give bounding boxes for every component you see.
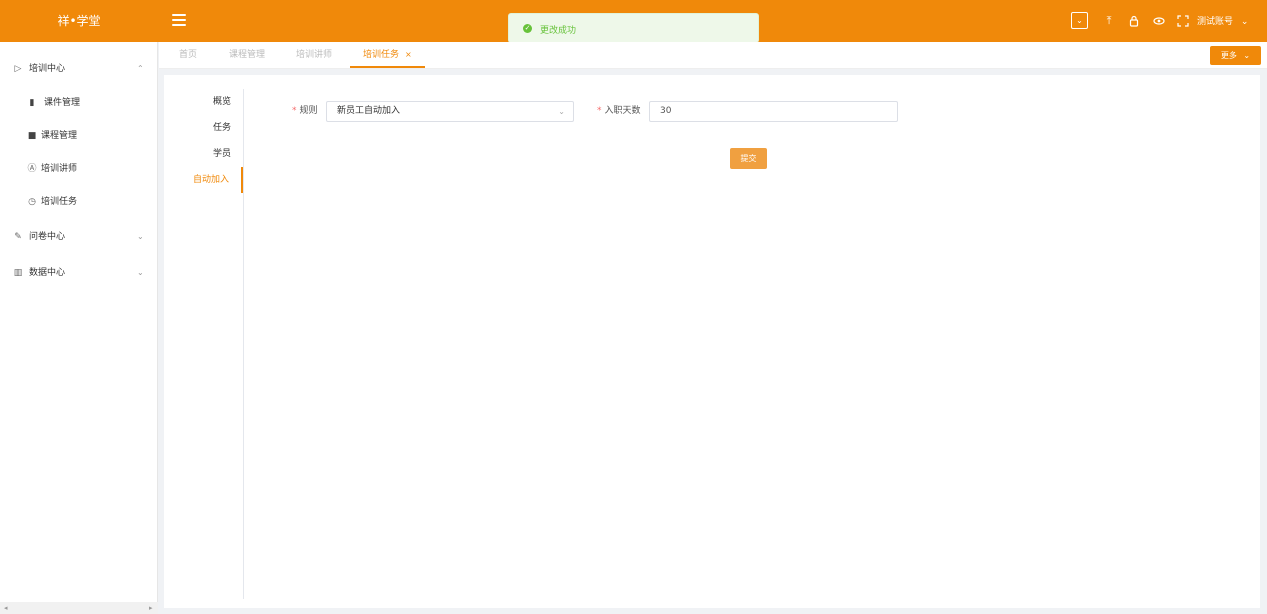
sidebar-group-label: 问卷中心	[29, 232, 66, 242]
required-mark: *	[597, 106, 602, 116]
user-menu[interactable]: 测试账号 ⌄	[1197, 14, 1248, 27]
days-input[interactable]: 30	[649, 101, 898, 122]
sidebar-item-training-tasks[interactable]: ◷ 培训任务	[0, 187, 158, 217]
horizontal-scrollbar[interactable]: ◂ ▸	[0, 602, 158, 614]
more-button-label: 更多	[1220, 51, 1237, 60]
tab-label: 培训任务	[363, 50, 400, 60]
vtab-auto-join[interactable]: 自动加入	[163, 167, 243, 193]
tab-training-tasks[interactable]: 培训任务 ×	[350, 42, 425, 68]
eye-icon[interactable]	[1151, 13, 1167, 29]
chevron-down-icon: ⌄	[137, 232, 144, 241]
tab-home[interactable]: 首页	[179, 42, 197, 68]
user-name: 测试账号	[1197, 17, 1234, 27]
required-mark: *	[292, 106, 297, 116]
sidebar-item-label: 培训任务	[41, 197, 78, 207]
close-icon[interactable]: ×	[405, 50, 412, 59]
rule-select[interactable]: 新员工自动加入 ⌄	[326, 101, 574, 122]
sidebar-group-label: 培训中心	[29, 64, 66, 74]
rule-label: * 规则	[292, 101, 318, 121]
vtab-students[interactable]: 学员	[163, 141, 243, 167]
book-icon: ▮	[29, 98, 35, 108]
scroll-right-icon[interactable]: ▸	[149, 602, 153, 614]
upload-icon[interactable]: ⤒	[1101, 13, 1117, 29]
sidebar-item-label: 课程管理	[41, 131, 78, 141]
tab-bar: 首页 课程管理 培训讲师 培训任务 ×	[159, 42, 1267, 69]
lock-icon[interactable]	[1126, 13, 1142, 29]
sidebar-group-training-center[interactable]: ▷ 培训中心 ⌃	[0, 54, 158, 84]
rule-select-value: 新员工自动加入	[337, 106, 401, 116]
chevron-down-icon: ⌄	[1243, 51, 1251, 60]
tab-course-management[interactable]: 课程管理	[229, 42, 265, 68]
folder-icon: ■	[27, 131, 37, 141]
submit-button[interactable]: 提交	[730, 148, 767, 169]
chevron-up-icon: ⌃	[137, 64, 144, 73]
menu-toggle-icon[interactable]	[172, 14, 186, 26]
success-toast: ✓ 更改成功	[508, 13, 759, 43]
toast-message: 更改成功	[540, 26, 577, 36]
check-circle-icon: ✓	[523, 24, 532, 33]
bar-chart-icon: ▥	[13, 268, 23, 278]
scroll-left-icon[interactable]: ◂	[4, 602, 8, 614]
vertical-tabs: 概览 任务 学员 自动加入	[164, 89, 244, 599]
sidebar-group-label: 数据中心	[29, 268, 66, 278]
sidebar-item-label: 培训讲师	[41, 164, 78, 174]
days-label: * 入职天数	[597, 101, 641, 121]
more-button[interactable]: 更多 ⌄	[1210, 46, 1261, 65]
fullscreen-icon[interactable]	[1175, 13, 1191, 29]
sidebar: ▷ 培训中心 ⌃ ▮ 课件管理 ■ 课程管理 Ⓐ 培训讲师 ◷ 培训任务 ✎ 问…	[0, 42, 158, 614]
sidebar-item-courseware[interactable]: ▮ 课件管理	[0, 88, 158, 118]
sidebar-item-courses[interactable]: ■ 课程管理	[0, 121, 158, 151]
vtab-tasks[interactable]: 任务	[163, 115, 243, 141]
sidebar-group-survey-center[interactable]: ✎ 问卷中心 ⌄	[0, 222, 158, 252]
main-content: 概览 任务 学员 自动加入 * 规则 新员工自动加入 ⌄ * 入职天数 30 提交	[164, 75, 1260, 608]
chevron-down-icon: ⌄	[137, 268, 144, 277]
rule-label-text: 规则	[299, 106, 318, 116]
survey-icon: ✎	[14, 232, 22, 242]
chevron-down-icon: ⌄	[558, 107, 565, 116]
sidebar-group-data-center[interactable]: ▥ 数据中心 ⌄	[0, 258, 158, 288]
chevron-down-icon: ⌄	[1240, 17, 1249, 27]
tab-instructors[interactable]: 培训讲师	[296, 42, 332, 68]
vtab-overview[interactable]: 概览	[163, 89, 243, 115]
clock-icon: ◷	[28, 197, 36, 207]
user-circle-icon: Ⓐ	[27, 164, 37, 174]
dropdown-box-icon[interactable]: ⌄	[1071, 12, 1088, 29]
app-logo: 祥•学堂	[57, 14, 101, 28]
sidebar-item-label: 课件管理	[44, 98, 81, 108]
play-square-icon: ▷	[14, 64, 22, 74]
days-label-text: 入职天数	[604, 106, 641, 116]
sidebar-item-instructors[interactable]: Ⓐ 培训讲师	[0, 154, 158, 184]
